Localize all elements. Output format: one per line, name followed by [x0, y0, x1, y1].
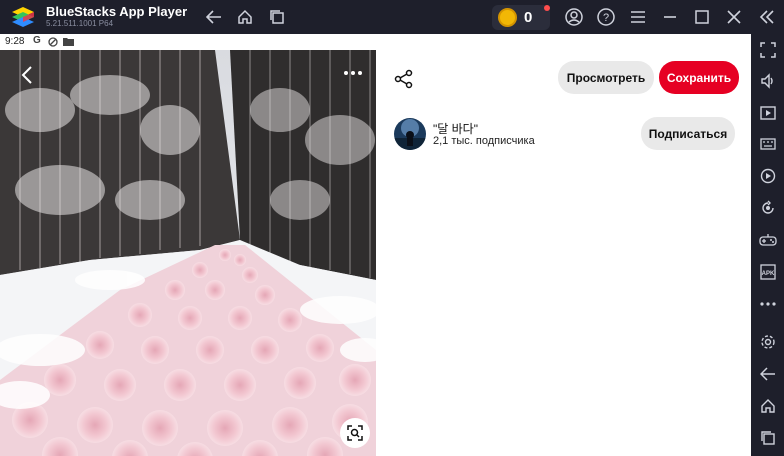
fullscreen-icon[interactable] — [758, 40, 778, 60]
pin-image[interactable] — [0, 50, 376, 456]
folder-icon — [63, 38, 74, 46]
multitask-icon[interactable] — [267, 7, 287, 27]
svg-text:?: ? — [603, 12, 609, 24]
notification-dot — [544, 5, 550, 11]
help-icon[interactable]: ? — [596, 7, 616, 27]
view-button[interactable]: Просмотреть — [558, 61, 654, 94]
macro-icon[interactable] — [758, 166, 778, 186]
share-icon[interactable] — [394, 69, 414, 89]
bluestacks-sidebar: APK — [751, 34, 784, 456]
home-icon[interactable] — [235, 7, 255, 27]
subscribe-button[interactable]: Подписаться — [641, 117, 735, 150]
app-screen: Просмотреть Сохранить "달 바다" 2,1 тыс. по… — [0, 50, 751, 456]
screen-record-icon[interactable] — [758, 103, 778, 123]
google-icon: G — [33, 35, 41, 46]
back-icon[interactable] — [204, 7, 224, 27]
snowy-rose-path-photo — [0, 50, 376, 456]
android-home-icon[interactable] — [758, 396, 778, 416]
app-title: BlueStacks App Player — [46, 4, 188, 19]
block-icon — [48, 37, 58, 47]
bluestacks-logo-icon — [12, 7, 34, 27]
visual-search-button[interactable] — [340, 418, 370, 448]
minimize-icon[interactable] — [660, 7, 680, 27]
gamepad-icon[interactable] — [758, 230, 778, 250]
android-status-bar: 9:28 G — [0, 34, 751, 50]
close-icon[interactable] — [724, 7, 744, 27]
status-time: 9:28 — [5, 36, 25, 47]
title-bar: BlueStacks App Player 5.21.511.1001 P64 … — [0, 0, 784, 34]
maximize-icon[interactable] — [692, 7, 712, 27]
apk-icon[interactable]: APK — [758, 262, 778, 282]
menu-icon[interactable] — [628, 7, 648, 27]
coin-icon — [498, 8, 517, 27]
volume-icon[interactable] — [758, 71, 778, 91]
rotate-icon[interactable] — [758, 198, 778, 218]
coin-count: 0 — [524, 9, 533, 26]
more-icon[interactable] — [758, 294, 778, 314]
back-icon[interactable] — [18, 64, 38, 86]
recents-icon[interactable] — [758, 428, 778, 448]
keyboard-icon[interactable] — [758, 134, 778, 154]
settings-icon[interactable] — [758, 332, 778, 352]
svg-text:APK: APK — [762, 271, 775, 277]
account-icon[interactable] — [564, 7, 584, 27]
android-back-icon[interactable] — [758, 364, 778, 384]
app-version: 5.21.511.1001 P64 — [46, 19, 114, 28]
more-options-icon[interactable] — [343, 66, 363, 78]
collapse-sidebar-icon[interactable] — [757, 7, 777, 27]
lens-icon — [347, 425, 363, 441]
avatar[interactable] — [394, 118, 426, 150]
coin-counter[interactable]: 0 — [492, 5, 550, 30]
save-button[interactable]: Сохранить — [659, 61, 739, 94]
subscriber-count: 2,1 тыс. подписчика — [433, 135, 535, 147]
